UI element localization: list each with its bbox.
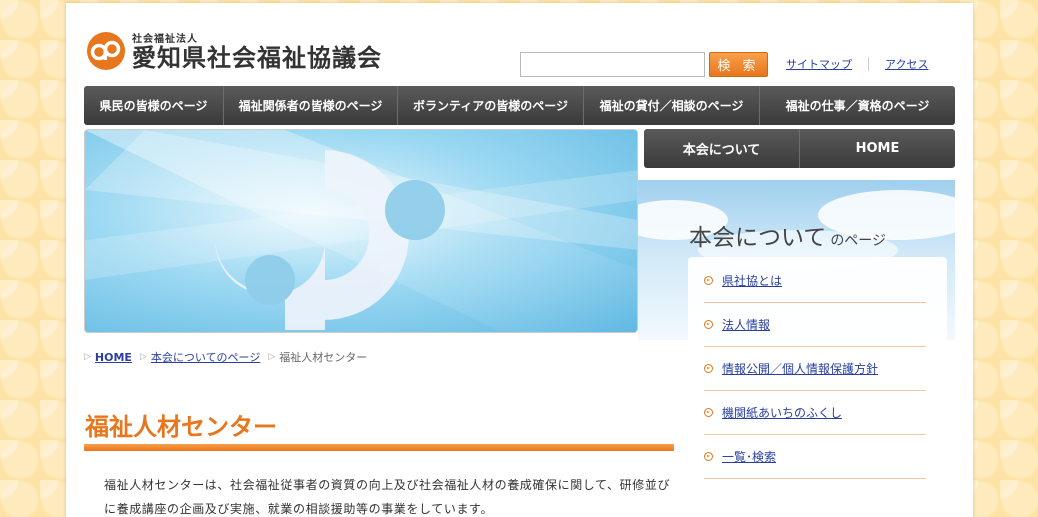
home-button[interactable]: HOME [800, 129, 955, 168]
page-container: 社会福祉法人 愛知県社会福祉協議会 検 索 サイトマップ アクセス 県民の皆様の… [66, 3, 973, 517]
hero-logo-graphic [85, 130, 637, 332]
breadcrumb-arrow-icon: ▷ [84, 352, 91, 362]
breadcrumb: ▷ HOME ▷ 本会についてのページ ▷ 福祉人材センター [84, 349, 367, 365]
breadcrumb-arrow-icon: ▷ [139, 352, 147, 362]
arrow-circle-icon [704, 452, 713, 461]
arrow-circle-icon [704, 320, 713, 329]
side-menu-item: 県社協とは [704, 259, 926, 303]
arrow-circle-icon [704, 276, 713, 285]
side-panel-title-text: 本会について [689, 225, 827, 251]
page-title: 福祉人材センター [85, 413, 277, 441]
title-divider [84, 444, 674, 451]
side-menu-item: 法人情報 [704, 303, 926, 347]
access-link[interactable]: アクセス [885, 56, 928, 72]
search-input[interactable] [520, 52, 705, 77]
breadcrumb-parent[interactable]: 本会についてのページ [151, 349, 260, 365]
breadcrumb-current: 福祉人材センター [279, 351, 368, 364]
menu-link-disclosure-privacy[interactable]: 情報公開／個人情報保護方針 [722, 360, 878, 377]
menu-link-about-council[interactable]: 県社協とは [722, 272, 782, 289]
search-button[interactable]: 検 索 [709, 52, 768, 77]
menu-link-newsletter[interactable]: 機関紙あいちのふくし [722, 404, 842, 421]
intro-paragraph: 福祉人材センターは、社会福祉従事者の資質の向上及び社会福祉人材の養成確保に関して… [104, 478, 671, 516]
sitemap-link[interactable]: サイトマップ [786, 56, 852, 72]
breadcrumb-arrow-icon: ▷ [268, 352, 276, 362]
nav-volunteers[interactable]: ボランティアの皆様のページ [398, 86, 584, 125]
utility-links: サイトマップ アクセス [786, 56, 928, 72]
org-type: 社会福祉法人 [132, 34, 198, 45]
side-menu-item: 情報公開／個人情報保護方針 [704, 347, 926, 391]
menu-link-corporate-info[interactable]: 法人情報 [722, 316, 770, 333]
nav-loans-consultation[interactable]: 福祉の貸付／相談のページ [584, 86, 760, 125]
side-menu-item: 一覧･検索 [704, 435, 926, 479]
about-button[interactable]: 本会について [644, 129, 800, 168]
util-separator [868, 57, 869, 71]
nav-residents[interactable]: 県民の皆様のページ [84, 86, 224, 125]
arrow-circle-icon [704, 408, 713, 417]
hero-banner [84, 129, 638, 333]
side-menu-item: 機関紙あいちのふくし [704, 391, 926, 435]
logo-mark-icon [87, 31, 125, 70]
nav-welfare-professionals[interactable]: 福祉関係者の皆様のページ [224, 86, 398, 125]
side-panel-title: 本会について のページ [689, 218, 886, 252]
site-logo[interactable]: 社会福祉法人 愛知県社会福祉協議会 [86, 30, 382, 71]
side-panel-title-suffix: のページ [830, 233, 887, 249]
side-menu: 県社協とは 法人情報 情報公開／個人情報保護方針 機関紙あいちのふくし 一覧･検… [688, 257, 947, 487]
arrow-circle-icon [704, 364, 713, 373]
org-name: 愛知県社会福祉協議会 [132, 44, 382, 72]
breadcrumb-home[interactable]: HOME [95, 351, 132, 364]
side-button-group: 本会について HOME [644, 129, 955, 168]
global-nav: 県民の皆様のページ 福祉関係者の皆様のページ ボランティアの皆様のページ 福祉の… [84, 86, 955, 125]
menu-link-list-search[interactable]: 一覧･検索 [722, 448, 776, 465]
nav-jobs-qualifications[interactable]: 福祉の仕事／資格のページ [760, 86, 955, 125]
